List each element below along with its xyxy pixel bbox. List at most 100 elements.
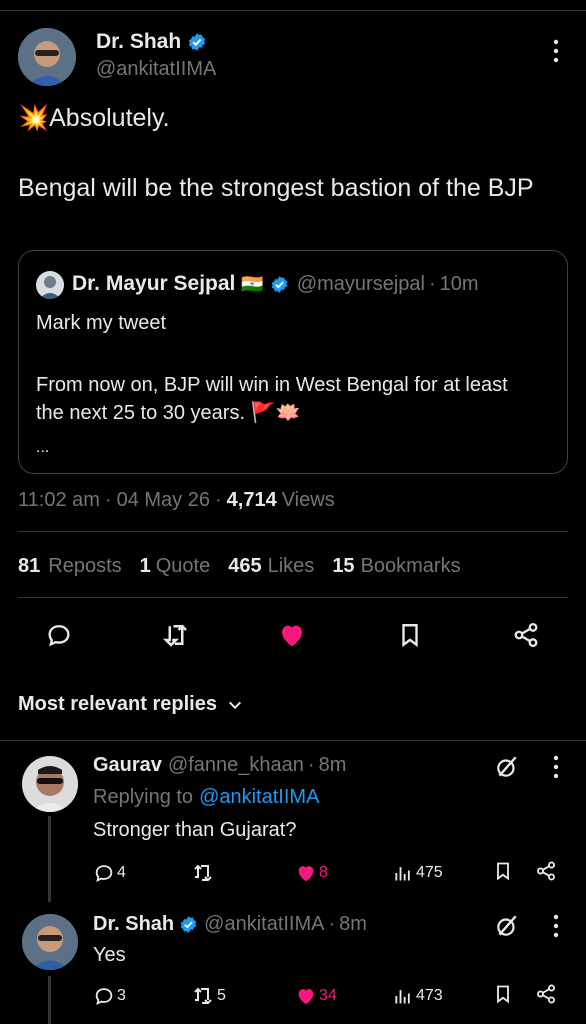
reply-1-like-count: 8 [319, 864, 328, 881]
reply-1-views-count: 475 [416, 864, 443, 881]
reply-2-like-icon [298, 989, 314, 1005]
more-options-icon[interactable] [550, 38, 562, 64]
india-flag-icon: 🇮🇳 [241, 273, 264, 294]
reply-1-avatar[interactable] [22, 756, 78, 812]
reply-icon[interactable] [42, 618, 76, 652]
tweet-detail-page: Dr. Shah @ankitatIIMA 💥Absolutely. Benga… [0, 0, 586, 1024]
quote-text-line-1: Mark my tweet [36, 312, 167, 334]
quotes-label: Quote [155, 555, 211, 577]
meta-dot-1: · [104, 489, 112, 511]
reply-2-avatar[interactable] [22, 914, 78, 970]
reply-1-more-icon[interactable] [550, 754, 562, 785]
replying-to-handle[interactable]: @ankitatIIMA [199, 786, 319, 809]
top-divider [0, 10, 586, 11]
reply-2-verified-badge-icon [180, 916, 197, 933]
reply-1-share-icon[interactable] [535, 860, 557, 887]
reply-2-text: Yes [93, 944, 126, 966]
reply-1-reply-icon [95, 865, 113, 882]
reply-2-reply-button[interactable]: 3 [93, 985, 126, 1007]
likes-count: 465 [228, 555, 262, 577]
reply-1-reply-button[interactable]: 4 [93, 862, 126, 884]
reply-2-thread-line [48, 976, 51, 1024]
reply-2-bookmark-icon[interactable] [493, 983, 513, 1010]
reply-1-replying-to: Replying to @ankitatIIMA [93, 786, 319, 809]
reply-1-handle[interactable]: @fanne_khaan [168, 754, 304, 777]
quote-author-avatar [36, 271, 64, 299]
tweet-text-line-2: Bengal will be the strongest bastion of … [18, 174, 534, 202]
verified-badge-icon [188, 33, 206, 52]
tweet-text-line-1: 💥Absolutely. [18, 104, 170, 132]
reply-1-header: Gaurav @fanne_khaan · 8m [93, 754, 346, 777]
author-name[interactable]: Dr. Shah [96, 30, 181, 53]
reply-1-like-icon [298, 866, 314, 882]
quote-author-name: Dr. Mayur Sejpal [72, 272, 236, 295]
reply-1-views-button[interactable]: 475 [393, 863, 443, 883]
reply-2-handle[interactable]: @ankitatIIMA [204, 913, 324, 936]
quoted-tweet-card[interactable]: Dr. Mayur Sejpal 🇮🇳 @mayursejpal · 10m M… [18, 250, 568, 474]
reply-thread-line [48, 816, 51, 902]
likes-label: Likes [267, 555, 315, 577]
reply-2-like-button[interactable]: 34 [295, 985, 337, 1007]
reply-1-like-button[interactable]: 8 [295, 862, 328, 884]
quote-age: 10m [439, 272, 479, 295]
repost-icon[interactable] [159, 618, 193, 652]
reply-2-more-icon[interactable] [550, 913, 562, 944]
reply-1-dot: · [307, 754, 315, 776]
quote-text-line-2: From now on, BJP will win in West Bengal… [36, 374, 508, 424]
replying-to-prefix: Replying to [93, 786, 194, 808]
reply-2-views-icon [395, 990, 410, 1004]
quotes-stat[interactable]: 1 Quote [140, 555, 211, 578]
reply-2-header: Dr. Shah @ankitatIIMA · 8m [93, 913, 367, 936]
quotes-count: 1 [139, 555, 151, 577]
reply-2-age: 8m [339, 913, 367, 935]
divider-replies [0, 740, 586, 741]
bookmarks-stat[interactable]: 15 Bookmarks [332, 555, 460, 578]
reply-2-views-count: 473 [416, 987, 443, 1004]
reply-2-reply-icon [95, 988, 113, 1005]
quote-dot: · [428, 272, 436, 295]
divider-stats-bottom [18, 597, 568, 598]
reply-1-age: 8m [318, 754, 347, 776]
quote-verified-badge-icon [271, 275, 288, 293]
reply-2-reply-count: 3 [117, 987, 126, 1004]
author-avatar[interactable] [18, 28, 76, 86]
divider-stats-top [18, 531, 568, 532]
reposts-label: Reposts [48, 555, 122, 577]
avatar-image [18, 28, 76, 86]
tweet-time[interactable]: 11:02 am [18, 489, 100, 512]
bookmarks-label: Bookmarks [360, 555, 461, 577]
reply-2-share-icon[interactable] [535, 983, 557, 1010]
replies-header-label: Most relevant replies [18, 693, 217, 715]
tweet-date[interactable]: 04 May 26 [117, 489, 210, 512]
reply-1-reply-count: 4 [117, 864, 126, 881]
likes-stat[interactable]: 465 Likes [228, 555, 314, 578]
reposts-count: 81 [18, 555, 41, 577]
reply-2-like-count: 34 [319, 987, 337, 1004]
reposts-stat[interactable]: 81 Reposts [18, 555, 122, 578]
reply-2-grok-icon[interactable] [492, 911, 522, 941]
reply-2-repost-count: 5 [217, 987, 226, 1004]
reply-2-name[interactable]: Dr. Shah [93, 913, 174, 936]
reply-1-bookmark-icon[interactable] [493, 860, 513, 887]
reply-2-views-button[interactable]: 473 [393, 986, 443, 1006]
author-handle[interactable]: @ankitatIIMA [96, 58, 216, 81]
bookmark-icon[interactable] [393, 618, 427, 652]
reply-2-actions: 3 5 34 473 [93, 983, 563, 1009]
author-name-row: Dr. Shah [96, 30, 207, 54]
quote-ellipsis: ... [36, 439, 50, 456]
reply-1-repost-icon [194, 864, 212, 882]
views-label: Views [281, 489, 335, 511]
reply-2-repost-icon [194, 987, 212, 1005]
reply-1-name[interactable]: Gaurav [93, 754, 162, 777]
chevron-down-icon [228, 701, 242, 709]
engagement-stats: 81 Reposts 1 Quote 465 Likes 15 Bookmarks [18, 555, 461, 578]
like-icon-filled[interactable] [275, 618, 309, 652]
share-icon[interactable] [509, 618, 543, 652]
reply-1-grok-icon[interactable] [492, 752, 522, 782]
reply-1-repost-button[interactable] [191, 861, 217, 885]
reply-1-text: Stronger than Gujarat? [93, 819, 297, 841]
meta-dot-2: · [214, 489, 222, 511]
replies-sort-dropdown[interactable]: Most relevant replies [18, 693, 243, 716]
quote-header: Dr. Mayur Sejpal 🇮🇳 @mayursejpal · 10m [72, 272, 479, 296]
reply-2-repost-button[interactable]: 5 [191, 984, 226, 1008]
